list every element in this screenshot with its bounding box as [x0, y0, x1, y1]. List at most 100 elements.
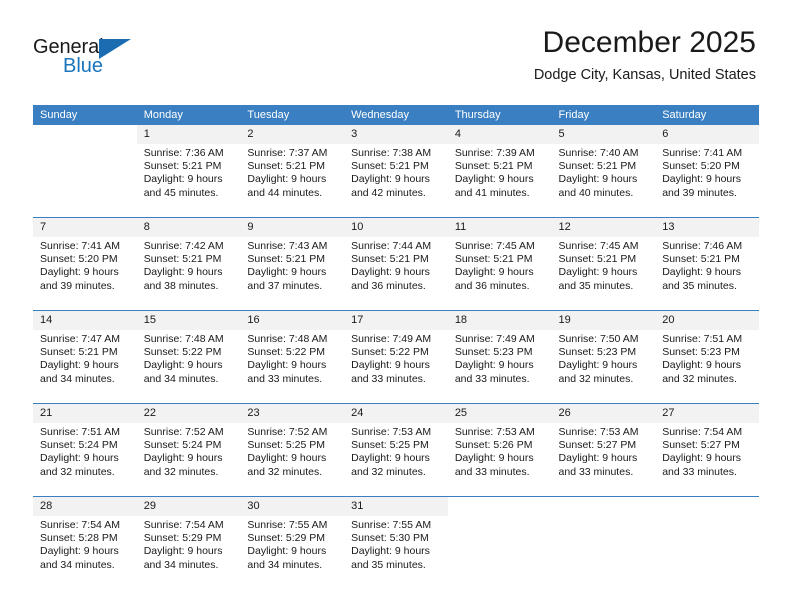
daylight-text-line2: and 32 minutes.	[662, 372, 737, 385]
sunset-text: Sunset: 5:21 PM	[662, 253, 740, 266]
daylight-text-line2: and 35 minutes.	[662, 279, 737, 292]
day-number-cell[interactable]: 12	[551, 217, 656, 237]
sunset-text: Sunset: 5:27 PM	[558, 439, 637, 452]
day-number-cell[interactable]: 14	[33, 310, 137, 330]
day-number-cell[interactable]: 24	[344, 403, 448, 423]
page-subtitle: Dodge City, Kansas, United States	[533, 67, 756, 83]
week-number-row: 14 15 16 17 18 19 20	[33, 310, 759, 330]
daylight-text-line1: Daylight: 9 hours	[247, 173, 327, 186]
day-number-cell[interactable]: 7	[33, 217, 137, 237]
daylight-text-line1: Daylight: 9 hours	[454, 266, 534, 279]
day-info-cell: Sunrise: 7:54 AM Sunset: 5:27 PM Daylight:…	[655, 423, 759, 497]
daylight-text-line2: and 42 minutes.	[351, 186, 426, 199]
sunrise-text: Sunrise: 7:55 AM	[247, 519, 328, 531]
day-number-cell[interactable]: 17	[344, 310, 448, 330]
day-number-cell[interactable]: 27	[655, 403, 759, 423]
sunrise-text: Sunrise: 7:49 AM	[351, 333, 432, 345]
day-number-cell[interactable]: 11	[447, 217, 552, 237]
day-info-cell: Sunrise: 7:55 AM Sunset: 5:29 PM Daylight:…	[240, 516, 345, 589]
week-info-row: Sunrise: 7:51 AM Sunset: 5:24 PM Daylight:…	[33, 423, 759, 497]
daylight-text-line1: Daylight: 9 hours	[662, 266, 742, 279]
day-number-cell[interactable]: 16	[240, 310, 345, 330]
daylight-text-line1: Daylight: 9 hours	[247, 359, 327, 372]
sunrise-text: Sunrise: 7:42 AM	[143, 240, 224, 252]
day-cell-empty	[551, 496, 656, 516]
weekday-header-wednesday: Wednesday	[344, 105, 448, 125]
day-info-cell: Sunrise: 7:41 AM Sunset: 5:20 PM Daylight:…	[655, 144, 759, 218]
sunset-text: Sunset: 5:21 PM	[40, 346, 118, 359]
day-number-cell[interactable]: 10	[344, 217, 448, 237]
sunset-text: Sunset: 5:21 PM	[454, 253, 533, 266]
sunset-text: Sunset: 5:25 PM	[351, 439, 429, 452]
day-info-cell-empty	[655, 516, 759, 589]
daylight-text-line2: and 34 minutes.	[143, 372, 219, 385]
day-number-cell[interactable]: 23	[240, 403, 345, 423]
day-number-cell[interactable]: 22	[136, 403, 241, 423]
day-number-cell[interactable]: 29	[136, 496, 241, 516]
logo-text-blue: Blue	[63, 55, 104, 77]
daylight-text-line2: and 38 minutes.	[143, 279, 219, 292]
day-number-cell[interactable]: 2	[240, 125, 345, 144]
daylight-text-line2: and 34 minutes.	[40, 372, 115, 385]
daylight-text-line1: Daylight: 9 hours	[454, 359, 534, 372]
sunrise-text: Sunrise: 7:43 AM	[247, 240, 328, 252]
sunrise-text: Sunrise: 7:55 AM	[351, 519, 432, 531]
day-number-cell[interactable]: 5	[551, 125, 656, 144]
daylight-text-line2: and 33 minutes.	[247, 372, 323, 385]
day-number-cell[interactable]: 19	[551, 310, 656, 330]
day-number-cell[interactable]: 8	[136, 217, 241, 237]
sunrise-text: Sunrise: 7:41 AM	[40, 240, 120, 252]
day-info-cell: Sunrise: 7:55 AM Sunset: 5:30 PM Daylight:…	[344, 516, 448, 589]
sunset-text: Sunset: 5:27 PM	[662, 439, 740, 452]
day-number-cell[interactable]: 26	[551, 403, 656, 423]
day-info-cell: Sunrise: 7:45 AM Sunset: 5:21 PM Daylight:…	[447, 237, 552, 311]
day-number-cell[interactable]: 31	[344, 496, 448, 516]
daylight-text-line1: Daylight: 9 hours	[247, 545, 327, 558]
daylight-text-line2: and 45 minutes.	[143, 186, 219, 199]
day-number-cell[interactable]: 28	[33, 496, 137, 516]
day-info-cell: Sunrise: 7:50 AM Sunset: 5:23 PM Daylight:…	[551, 330, 656, 404]
daylight-text-line1: Daylight: 9 hours	[247, 452, 327, 465]
day-info-cell: Sunrise: 7:41 AM Sunset: 5:20 PM Daylight:…	[33, 237, 137, 311]
day-info-cell: Sunrise: 7:45 AM Sunset: 5:21 PM Daylight:…	[551, 237, 656, 311]
day-info-cell: Sunrise: 7:42 AM Sunset: 5:21 PM Daylight:…	[136, 237, 241, 311]
day-info-cell: Sunrise: 7:53 AM Sunset: 5:25 PM Daylight:…	[344, 423, 448, 497]
day-number-cell[interactable]: 13	[655, 217, 759, 237]
weekday-header-saturday: Saturday	[655, 105, 759, 125]
daylight-text-line2: and 34 minutes.	[40, 558, 115, 571]
day-number-cell[interactable]: 18	[447, 310, 552, 330]
daylight-text-line1: Daylight: 9 hours	[143, 266, 223, 279]
sunrise-text: Sunrise: 7:39 AM	[454, 147, 535, 159]
day-number-cell[interactable]: 9	[240, 217, 345, 237]
sunset-text: Sunset: 5:22 PM	[351, 346, 429, 359]
logo-triangle-icon	[99, 39, 131, 59]
day-info-cell: Sunrise: 7:37 AM Sunset: 5:21 PM Daylight:…	[240, 144, 345, 218]
day-number-cell[interactable]: 4	[447, 125, 552, 144]
sunset-text: Sunset: 5:20 PM	[662, 160, 740, 173]
daylight-text-line2: and 32 minutes.	[40, 465, 115, 478]
day-info-cell-empty	[33, 144, 137, 218]
day-number-cell[interactable]: 6	[655, 125, 759, 144]
daylight-text-line2: and 32 minutes.	[247, 465, 323, 478]
week-number-row: 7 8 9 10 11 12 13	[33, 217, 759, 237]
day-number-cell[interactable]: 1	[136, 125, 241, 144]
daylight-text-line2: and 35 minutes.	[558, 279, 634, 292]
weekday-header-row: Sunday Monday Tuesday Wednesday Thursday…	[33, 105, 759, 125]
daylight-text-line1: Daylight: 9 hours	[143, 545, 223, 558]
day-number-cell[interactable]: 15	[136, 310, 241, 330]
day-number-cell[interactable]: 30	[240, 496, 345, 516]
day-number-cell[interactable]: 21	[33, 403, 137, 423]
sunset-text: Sunset: 5:21 PM	[558, 160, 637, 173]
day-info-cell: Sunrise: 7:48 AM Sunset: 5:22 PM Daylight:…	[240, 330, 345, 404]
day-number-cell[interactable]: 3	[344, 125, 448, 144]
sunrise-text: Sunrise: 7:54 AM	[40, 519, 120, 531]
day-number-cell[interactable]: 20	[655, 310, 759, 330]
sunset-text: Sunset: 5:20 PM	[40, 253, 118, 266]
weekday-header-friday: Friday	[551, 105, 656, 125]
sunrise-text: Sunrise: 7:54 AM	[143, 519, 224, 531]
daylight-text-line1: Daylight: 9 hours	[558, 452, 638, 465]
sunrise-text: Sunrise: 7:47 AM	[40, 333, 120, 345]
week-number-row: 28 29 30 31	[33, 496, 759, 516]
weekday-header-tuesday: Tuesday	[240, 105, 345, 125]
day-number-cell[interactable]: 25	[447, 403, 552, 423]
